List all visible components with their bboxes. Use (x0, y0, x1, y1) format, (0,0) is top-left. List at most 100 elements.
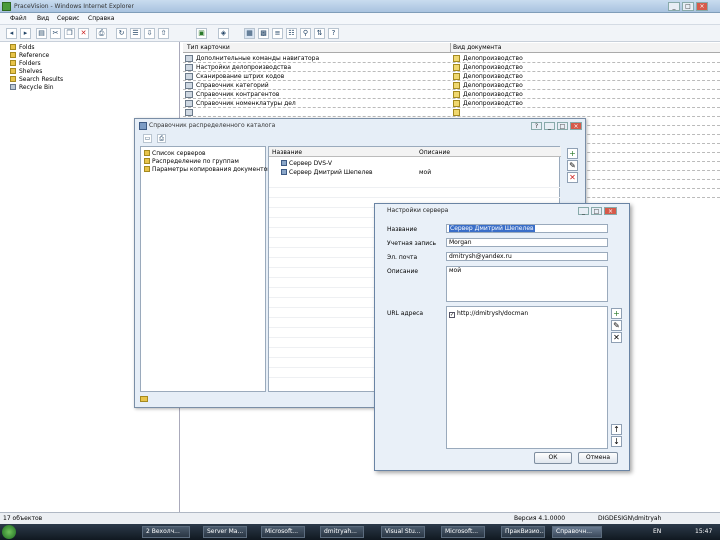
delete-url-icon[interactable]: ✕ (611, 332, 622, 343)
list-row[interactable]: Справочник контрагентов Делопроизводство (183, 90, 720, 99)
cut-icon[interactable]: ✂ (50, 28, 61, 39)
view-small-icon[interactable]: ▩ (258, 28, 269, 39)
import-icon[interactable]: ⇩ (144, 28, 155, 39)
add-url-icon[interactable]: + (611, 308, 622, 319)
list-row[interactable] (183, 108, 720, 117)
dialog-minimize-button[interactable]: _ (578, 207, 589, 215)
list-row[interactable]: Справочник номенклатуры дел Делопроизводс… (183, 99, 720, 108)
dialog-minimize-button[interactable]: _ (544, 122, 555, 130)
export-icon[interactable]: ⇧ (158, 28, 169, 39)
name-value: Сервер Дмитрий Шепелев (449, 225, 535, 232)
folder-icon (10, 68, 16, 74)
dialog-close-button[interactable]: × (604, 207, 617, 215)
menu-file[interactable]: Файл (10, 15, 27, 22)
list-row[interactable]: Справочник категорий Делопроизводство (183, 81, 720, 90)
start-button[interactable] (2, 525, 16, 539)
add-server-icon[interactable]: + (567, 148, 578, 159)
dialog-maximize-button[interactable]: □ (557, 122, 568, 130)
tree-item-reference[interactable]: Reference (10, 52, 49, 59)
taskbar-item[interactable]: 2 Вехолч... (142, 526, 190, 538)
forward-icon[interactable]: ▸ (20, 28, 31, 39)
menu-bar: Файл Вид Сервис Справка (0, 13, 720, 25)
delete-icon[interactable]: ✕ (78, 28, 89, 39)
taskbar-item[interactable]: Server Ma... (203, 526, 247, 538)
checkbox-checked-icon[interactable]: ✓ (449, 312, 455, 318)
column-header-category[interactable]: Вид документа (453, 44, 501, 51)
dialog-maximize-button[interactable]: □ (591, 207, 602, 215)
column-header-type[interactable]: Тип карточки (187, 44, 230, 51)
menu-view[interactable]: Вид (37, 15, 49, 22)
name-field[interactable]: Сервер Дмитрий Шепелев (446, 224, 608, 233)
table-row[interactable]: Сервер Дмитрий Шепелев мой (281, 169, 561, 176)
list-row[interactable]: Дополнительные команды навигатора Делопро… (183, 54, 720, 63)
taskbar: 2 Вехолч... Server Ma... Microsoft... dm… (0, 524, 720, 540)
name-label: Название (387, 226, 418, 233)
object-count: 17 объектов (3, 515, 43, 522)
nav-item-copy-parameters[interactable]: Параметры копирования документов (144, 166, 271, 173)
tree-item-shelves[interactable]: Shelves (10, 68, 42, 75)
tree-item-folders[interactable]: Folders (10, 60, 41, 67)
column-header-name[interactable]: Название (272, 149, 302, 156)
card-options-icon[interactable]: ◈ (218, 28, 229, 39)
column-separator[interactable] (450, 43, 451, 53)
maximize-button[interactable]: □ (682, 2, 694, 11)
taskbar-item[interactable]: dmitryah... (320, 526, 364, 538)
tree-item-search-results[interactable]: Search Results (10, 76, 63, 83)
list-row[interactable]: Настройки делопроизводства Делопроизводст… (183, 63, 720, 72)
description-field[interactable]: мой (446, 266, 608, 302)
url-list-item[interactable]: ✓ http://dmitrysh/docman (449, 310, 528, 318)
nav-item-group-distribution[interactable]: Распределение по группам (144, 158, 239, 165)
view-large-icon[interactable]: ▦ (244, 28, 255, 39)
move-down-icon[interactable]: ↓ (611, 436, 622, 447)
help-icon[interactable]: ? (328, 28, 339, 39)
menu-help[interactable]: Справка (88, 15, 114, 22)
server-icon (281, 160, 287, 166)
menu-tools[interactable]: Сервис (57, 15, 79, 22)
table-header: Название Описание (269, 147, 561, 157)
nav-item-server-list[interactable]: Список серверов (144, 150, 206, 157)
card-icon (185, 82, 193, 89)
ok-button[interactable]: ОК (534, 452, 572, 464)
view-list-icon[interactable]: ≡ (272, 28, 283, 39)
table-row[interactable]: Сервер DVS-V (281, 160, 332, 167)
edit-url-icon[interactable]: ✎ (611, 320, 622, 331)
view-details-icon[interactable]: ☷ (286, 28, 297, 39)
back-icon[interactable]: ◂ (6, 28, 17, 39)
tree-item-folds[interactable]: Folds (10, 44, 35, 51)
language-indicator[interactable]: EN (653, 528, 661, 535)
folder-icon (453, 109, 460, 116)
refresh-icon[interactable]: ↻ (116, 28, 127, 39)
cancel-button[interactable]: Отмена (578, 452, 618, 464)
taskbar-item[interactable]: ПракВизио... (501, 526, 545, 538)
card-icon (185, 73, 193, 80)
dialog-close-button[interactable]: × (570, 122, 582, 130)
catalog-nav-list: Список серверов Распределение по группам… (140, 146, 271, 392)
tree-item-recycle-bin[interactable]: Recycle Bin (10, 84, 54, 91)
properties-icon[interactable]: ☰ (130, 28, 141, 39)
filter-icon[interactable]: ⚲ (300, 28, 311, 39)
server-settings-dialog: Настройки сервера _ □ × Название Сервер … (374, 203, 630, 471)
taskbar-item[interactable]: Microsoft... (261, 526, 305, 538)
login-field[interactable]: Morgan (446, 238, 608, 247)
column-header-description[interactable]: Описание (419, 149, 450, 156)
taskbar-item[interactable]: Visual Stu... (381, 526, 425, 538)
folder-icon (453, 55, 460, 62)
new-card-icon[interactable]: ▣ (196, 28, 207, 39)
email-field[interactable]: dmitrysh@yandex.ru (446, 252, 608, 261)
dialog-help-button[interactable]: ? (531, 122, 542, 130)
edit-server-icon[interactable]: ✎ (567, 160, 578, 171)
move-up-icon[interactable]: ↑ (611, 424, 622, 435)
save-icon[interactable]: ▭ (143, 134, 152, 143)
print-icon[interactable]: ⎙ (96, 28, 107, 39)
close-button[interactable]: × (696, 2, 708, 11)
delete-server-icon[interactable]: ✕ (567, 172, 578, 183)
list-row[interactable]: Сканирование штрих кодов Делопроизводство (183, 72, 720, 81)
taskbar-item[interactable]: Microsoft... (441, 526, 485, 538)
minimize-button[interactable]: _ (668, 2, 680, 11)
copy-icon[interactable]: ❐ (64, 28, 75, 39)
taskbar-item-active[interactable]: Справочн... (552, 526, 602, 538)
open-icon[interactable]: ▤ (36, 28, 47, 39)
list-header: Тип карточки Вид документа (183, 43, 720, 53)
print-icon[interactable]: ⎙ (157, 134, 166, 143)
sort-icon[interactable]: ⇅ (314, 28, 325, 39)
